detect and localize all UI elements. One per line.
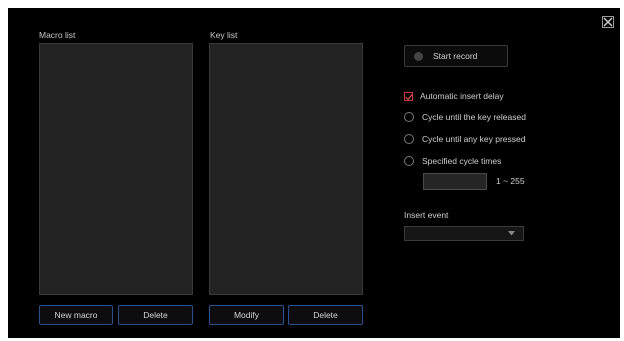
new-macro-button[interactable]: New macro — [39, 305, 113, 325]
macro-list[interactable] — [39, 43, 193, 295]
automatic-insert-delay-checkbox[interactable] — [404, 91, 413, 101]
start-record-button[interactable]: Start record — [404, 45, 508, 67]
specified-cycle-times-radio[interactable] — [404, 156, 414, 166]
automatic-insert-delay-label: Automatic insert delay — [420, 91, 504, 101]
delete-key-button[interactable]: Delete — [288, 305, 363, 325]
insert-event-label: Insert event — [404, 210, 449, 220]
cycle-until-released-label: Cycle until the key released — [422, 112, 526, 122]
checkmark-icon — [405, 93, 413, 100]
cycle-until-any-key-label: Cycle until any key pressed — [422, 134, 526, 144]
close-icon — [603, 17, 613, 27]
cycle-range-label: 1 ~ 255 — [496, 176, 525, 186]
key-list[interactable] — [209, 43, 363, 295]
cycle-until-released-radio[interactable] — [404, 112, 414, 122]
chevron-down-icon — [508, 231, 515, 236]
macro-settings-dialog: Macro list Key list New macro Delete Mod… — [8, 8, 620, 338]
automatic-insert-delay-option[interactable]: Automatic insert delay — [404, 90, 504, 102]
start-record-label: Start record — [433, 51, 478, 61]
cycle-until-released-option[interactable]: Cycle until the key released — [404, 111, 526, 123]
specified-cycle-times-option[interactable]: Specified cycle times — [404, 155, 501, 167]
cycle-until-any-key-option[interactable]: Cycle until any key pressed — [404, 133, 525, 145]
close-button[interactable] — [602, 16, 614, 28]
cycle-times-input[interactable] — [423, 173, 487, 190]
macro-list-label: Macro list — [39, 30, 76, 40]
cycle-until-any-key-radio[interactable] — [404, 134, 414, 144]
insert-event-select[interactable] — [404, 226, 524, 241]
specified-cycle-times-label: Specified cycle times — [422, 156, 502, 166]
delete-macro-button[interactable]: Delete — [118, 305, 193, 325]
record-dot-icon — [414, 51, 423, 61]
modify-key-button[interactable]: Modify — [209, 305, 284, 325]
key-list-label: Key list — [210, 30, 238, 40]
